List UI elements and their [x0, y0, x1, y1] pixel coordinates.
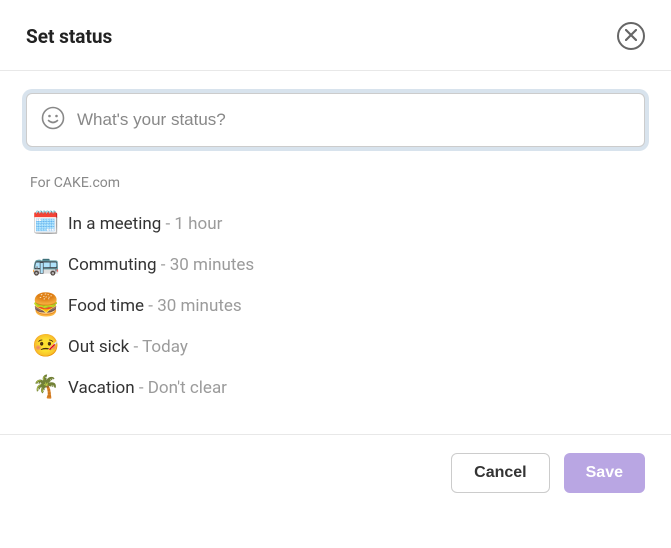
preset-duration: Don't clear — [148, 378, 227, 398]
status-input[interactable] — [77, 110, 630, 130]
preset-text: Vacation - Don't clear — [68, 378, 227, 398]
palm-icon: 🌴 — [32, 375, 68, 400]
modal-body: For CAKE.com 🗓️ In a meeting - 1 hour 🚌 … — [0, 71, 671, 434]
bus-icon: 🚌 — [32, 252, 68, 277]
preset-text: Out sick - Today — [68, 337, 188, 357]
preset-label: Food time — [68, 296, 144, 316]
sick-icon: 🤒 — [32, 334, 68, 359]
cancel-button[interactable]: Cancel — [451, 453, 549, 493]
context-label: For CAKE.com — [26, 175, 645, 191]
preset-duration: 30 minutes — [170, 255, 254, 275]
burger-icon: 🍔 — [32, 293, 68, 318]
preset-item[interactable]: 🍔 Food time - 30 minutes — [32, 285, 645, 326]
emoji-picker-button[interactable] — [41, 106, 65, 134]
preset-text: In a meeting - 1 hour — [68, 214, 222, 234]
preset-text: Food time - 30 minutes — [68, 296, 242, 316]
preset-duration: 1 hour — [174, 214, 222, 234]
preset-item[interactable]: 🤒 Out sick - Today — [32, 326, 645, 367]
set-status-modal: Set status For CAKE.com 🗓️ In a meeting … — [0, 0, 671, 511]
preset-text: Commuting - 30 minutes — [68, 255, 254, 275]
close-button[interactable] — [617, 22, 645, 50]
modal-footer: Cancel Save — [0, 434, 671, 511]
preset-label: Vacation — [68, 378, 135, 398]
preset-label: Commuting — [68, 255, 157, 275]
save-button[interactable]: Save — [564, 453, 645, 493]
preset-item[interactable]: 🗓️ In a meeting - 1 hour — [32, 203, 645, 244]
preset-list: 🗓️ In a meeting - 1 hour 🚌 Commuting - 3… — [26, 203, 645, 424]
preset-duration: 30 minutes — [157, 296, 241, 316]
smiley-icon — [41, 106, 65, 134]
preset-item[interactable]: 🌴 Vacation - Don't clear — [32, 367, 645, 408]
preset-duration: Today — [142, 337, 188, 357]
close-icon — [625, 29, 637, 44]
calendar-icon: 🗓️ — [32, 211, 68, 236]
status-input-wrapper — [26, 93, 645, 147]
preset-label: In a meeting — [68, 214, 161, 234]
modal-title: Set status — [26, 25, 112, 48]
modal-header: Set status — [0, 0, 671, 71]
preset-label: Out sick — [68, 337, 129, 357]
preset-item[interactable]: 🚌 Commuting - 30 minutes — [32, 244, 645, 285]
